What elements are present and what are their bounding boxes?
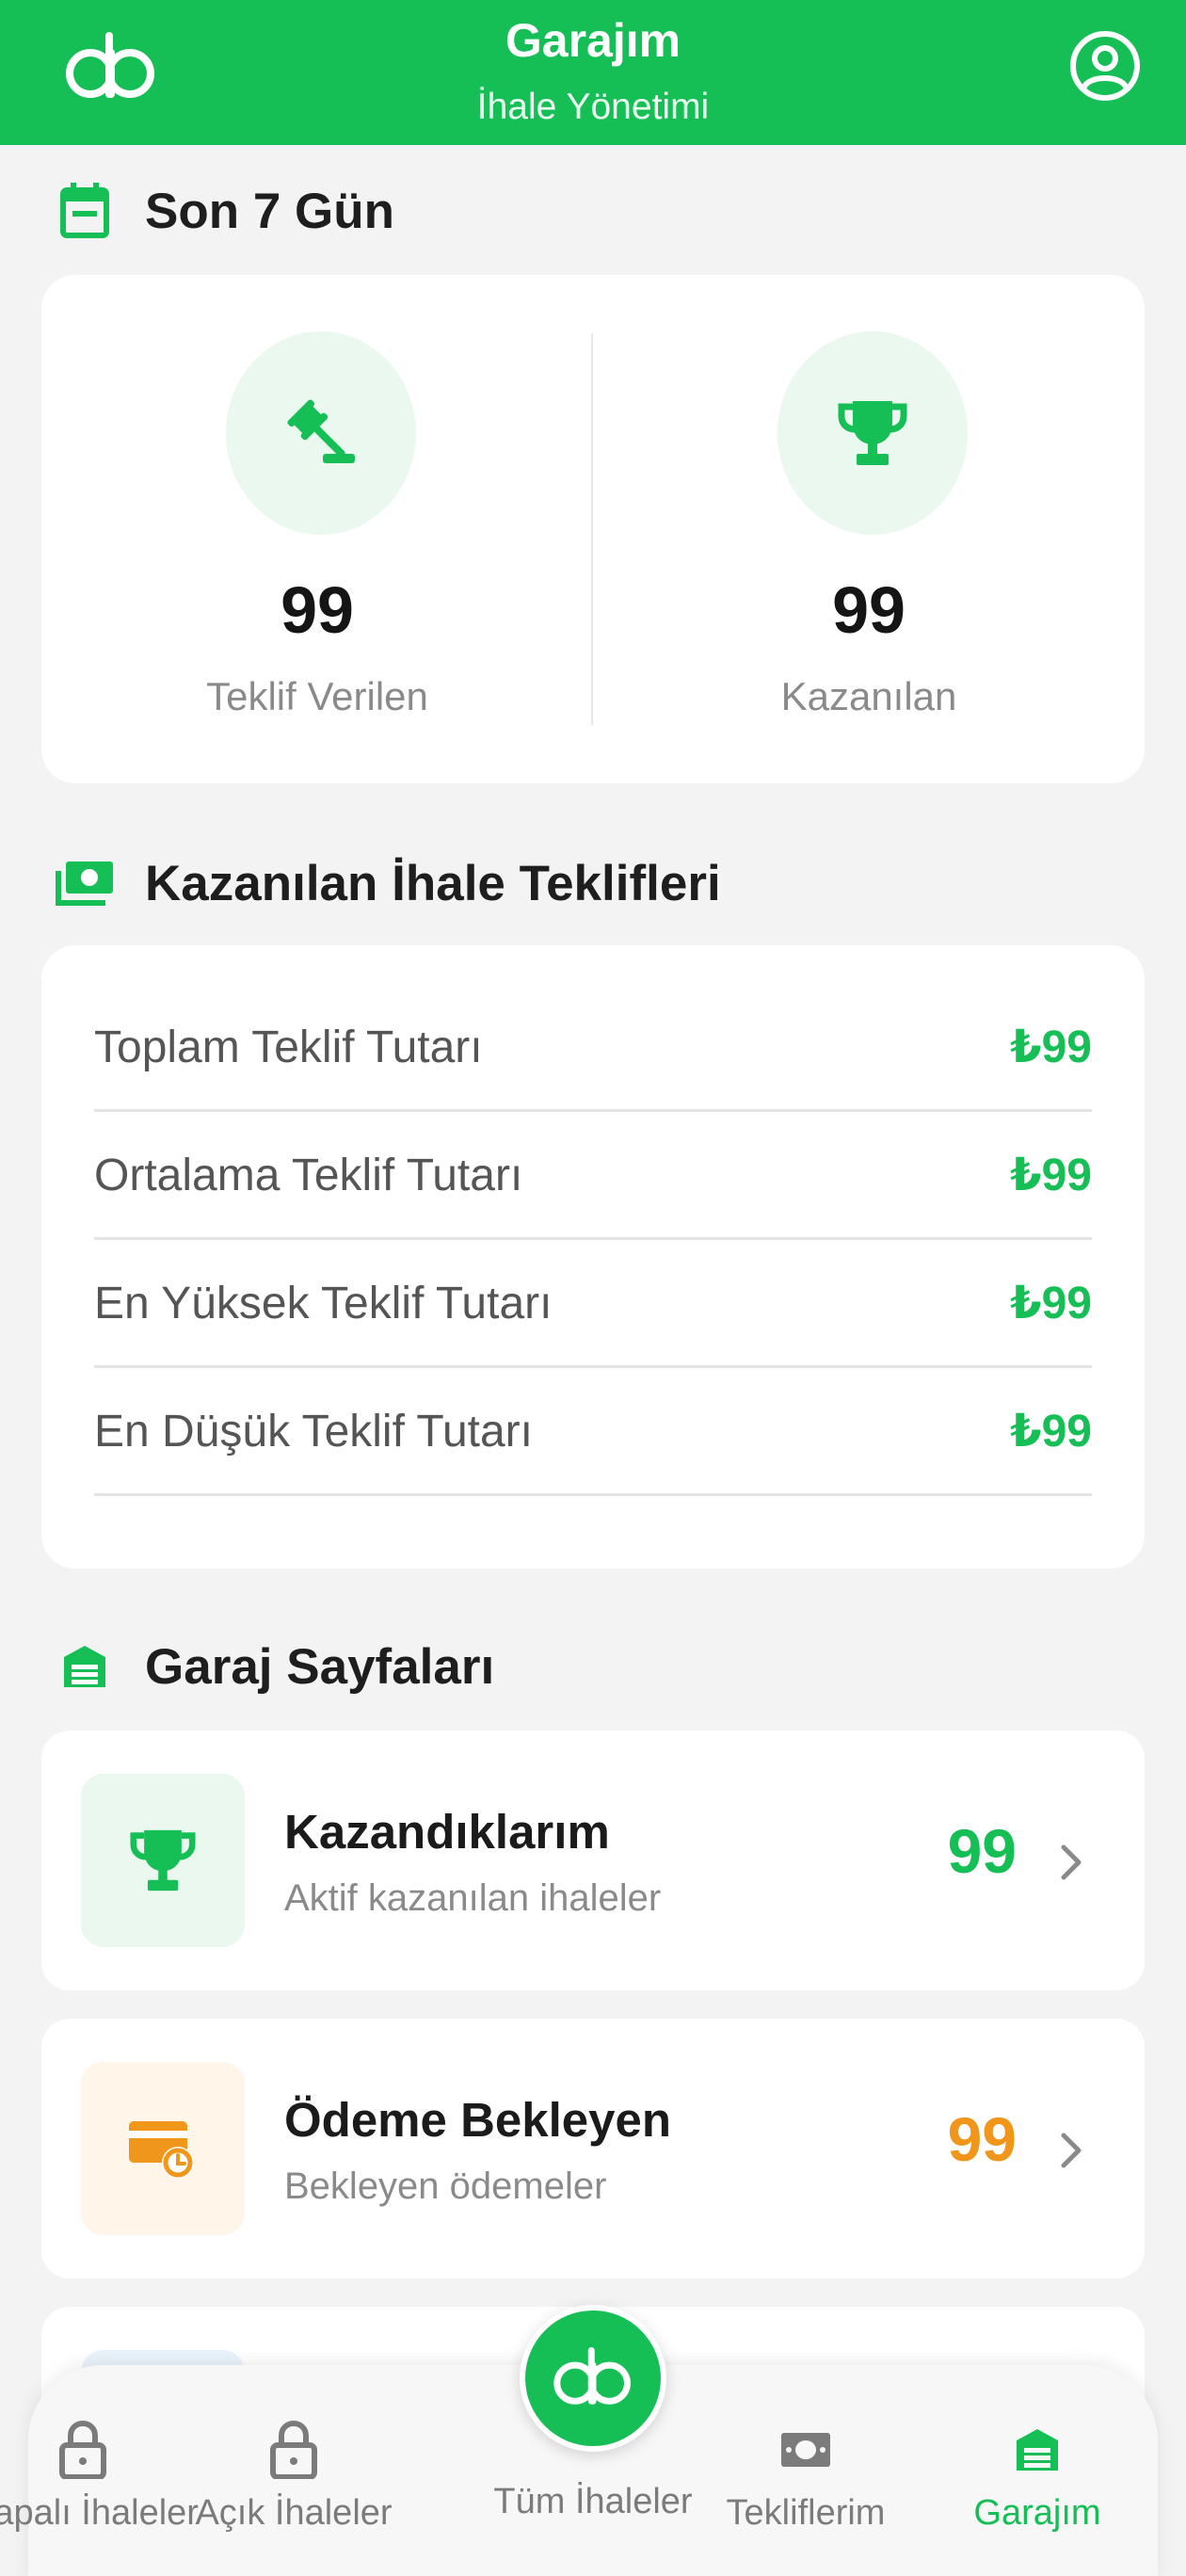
summary-value: ₺99 <box>1010 1279 1092 1328</box>
section-title: Son 7 Gün <box>145 183 394 239</box>
page-item-title: Ödeme Bekleyen <box>284 2093 672 2147</box>
summary-value: ₺99 <box>1010 1022 1092 1072</box>
lock-icon <box>0 2412 196 2487</box>
page-subtitle: İhale Yönetimi <box>476 87 710 127</box>
summary-row: En Düşük Teklif Tutarı ₺99 <box>94 1369 1092 1496</box>
stat-value: 99 <box>280 573 354 647</box>
section-won-bids: Kazanılan İhale Teklifleri <box>55 847 721 919</box>
section-title: Kazanılan İhale Teklifleri <box>145 855 721 911</box>
nav-label: Kapalı İhaleler <box>0 2493 199 2533</box>
page-item-subtitle: Bekleyen ödemeler <box>284 2165 607 2207</box>
lock-icon <box>181 2412 407 2487</box>
page-item-count: 99 <box>947 1816 1017 1886</box>
garage-icon <box>55 1636 115 1697</box>
garage-page-payment-pending[interactable]: Ödeme Bekleyen Bekleyen ödemeler 99 <box>41 2019 1145 2278</box>
stat-label: Teklif Verilen <box>206 674 428 718</box>
nav-label: Açık İhaleler <box>195 2493 393 2533</box>
calendar-icon <box>55 181 115 241</box>
money-icon <box>693 2412 919 2487</box>
page-item-count: 99 <box>947 2104 1017 2174</box>
stat-won: 99 Kazanılan <box>593 275 1145 783</box>
stat-label: Kazanılan <box>780 674 957 718</box>
nav-closed-auctions[interactable]: Kapalı İhaleler <box>0 2412 199 2534</box>
app-header: Garajım İhale Yönetimi <box>0 0 1186 145</box>
garage-icon <box>924 2412 1150 2487</box>
stat-value: 99 <box>832 573 906 647</box>
chevron-right-icon <box>1052 1842 1090 1883</box>
ab-logo-icon <box>553 2347 631 2405</box>
nav-label[interactable]: Tüm İhaleler <box>471 2482 715 2522</box>
summary-value: ₺99 <box>1010 1407 1092 1457</box>
user-circle-icon[interactable] <box>1067 28 1143 104</box>
summary-value: ₺99 <box>1010 1151 1092 1200</box>
nav-label: Garajım <box>973 2493 1101 2533</box>
summary-label: En Yüksek Teklif Tutarı <box>94 1278 553 1328</box>
summary-row: Toplam Teklif Tutarı ₺99 <box>94 985 1092 1112</box>
nav-my-bids[interactable]: Tekliflerim <box>693 2412 919 2534</box>
won-bids-card: Toplam Teklif Tutarı ₺99 Ortalama Teklif… <box>41 945 1145 1569</box>
nav-my-garage[interactable]: Garajım <box>924 2412 1150 2534</box>
summary-label: Toplam Teklif Tutarı <box>94 1022 483 1072</box>
payment-clock-icon <box>81 2062 245 2235</box>
page-item-subtitle: Aktif kazanılan ihaleler <box>284 1877 662 1919</box>
money-icon <box>55 853 115 913</box>
section-last-7-days: Son 7 Gün <box>55 175 394 247</box>
nav-open-auctions[interactable]: Açık İhaleler <box>181 2412 407 2534</box>
summary-row: En Yüksek Teklif Tutarı ₺99 <box>94 1241 1092 1368</box>
garage-page-won[interactable]: Kazandıklarım Aktif kazanılan ihaleler 9… <box>41 1731 1145 1990</box>
nav-all-auctions-button[interactable] <box>520 2305 666 2452</box>
stat-bids-given: 99 Teklif Verilen <box>41 275 593 783</box>
page-title: Garajım <box>505 14 681 67</box>
chevron-right-icon <box>1052 2130 1090 2171</box>
trophy-icon <box>777 331 968 535</box>
nav-label: Tekliflerim <box>726 2493 886 2533</box>
summary-label: Ortalama Teklif Tutarı <box>94 1150 523 1200</box>
section-garage-pages: Garaj Sayfaları <box>55 1631 494 1702</box>
gavel-icon <box>226 331 416 535</box>
trophy-icon <box>81 1774 245 1947</box>
summary-label: En Düşük Teklif Tutarı <box>94 1406 533 1457</box>
page-item-title: Kazandıklarım <box>284 1805 610 1859</box>
stats-card: 99 Teklif Verilen 99 Kazanılan <box>41 275 1145 783</box>
summary-row: Ortalama Teklif Tutarı ₺99 <box>94 1113 1092 1240</box>
section-title: Garaj Sayfaları <box>145 1638 495 1695</box>
